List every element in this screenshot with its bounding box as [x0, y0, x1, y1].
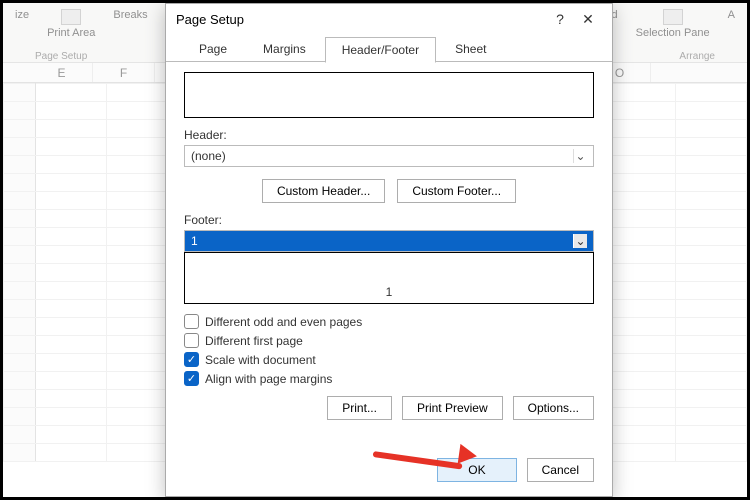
footer-preview: 1 — [184, 252, 594, 304]
ok-button[interactable]: OK — [437, 458, 516, 482]
footer-preview-text: 1 — [386, 285, 393, 299]
cancel-button[interactable]: Cancel — [527, 458, 594, 482]
header-label: Header: — [184, 128, 594, 142]
dialog-title: Page Setup — [176, 12, 546, 27]
tab-header-footer[interactable]: Header/Footer — [325, 37, 436, 63]
tab-body: Header: (none) ⌄ Custom Header... Custom… — [166, 61, 612, 446]
check-different-first-page[interactable]: Different first page — [184, 333, 594, 348]
tab-sheet[interactable]: Sheet — [438, 36, 503, 62]
check-scale-with-document[interactable]: ✓ Scale with document — [184, 352, 594, 367]
check-label: Scale with document — [205, 353, 316, 367]
header-select[interactable]: (none) ⌄ — [184, 145, 594, 167]
check-label: Different odd and even pages — [205, 315, 362, 329]
check-different-odd-even[interactable]: Different odd and even pages — [184, 314, 594, 329]
tab-page[interactable]: Page — [182, 36, 244, 62]
header-preview — [184, 72, 594, 118]
footer-value: 1 — [191, 234, 198, 248]
print-button[interactable]: Print... — [327, 396, 392, 420]
header-value: (none) — [191, 149, 226, 163]
dialog-titlebar[interactable]: Page Setup ? ✕ — [166, 4, 612, 34]
custom-header-button[interactable]: Custom Header... — [262, 179, 385, 203]
chevron-down-icon: ⌄ — [573, 149, 587, 163]
dialog-buttons: OK Cancel — [166, 446, 612, 496]
page-setup-dialog: Page Setup ? ✕ Page Margins Header/Foote… — [165, 3, 613, 497]
check-align-with-margins[interactable]: ✓ Align with page margins — [184, 371, 594, 386]
checkbox-icon — [184, 333, 199, 348]
help-button[interactable]: ? — [546, 11, 574, 27]
checkbox-icon: ✓ — [184, 352, 199, 367]
chevron-down-icon: ⌄ — [573, 234, 587, 248]
dialog-tabs: Page Margins Header/Footer Sheet — [166, 34, 612, 62]
check-label: Align with page margins — [205, 372, 332, 386]
custom-footer-button[interactable]: Custom Footer... — [397, 179, 516, 203]
close-icon: ✕ — [582, 11, 594, 27]
print-preview-button[interactable]: Print Preview — [402, 396, 503, 420]
checkbox-icon: ✓ — [184, 371, 199, 386]
footer-label: Footer: — [184, 213, 594, 227]
checkbox-icon — [184, 314, 199, 329]
close-button[interactable]: ✕ — [574, 11, 602, 28]
options-button[interactable]: Options... — [513, 396, 594, 420]
footer-select[interactable]: 1 ⌄ — [184, 230, 594, 252]
check-label: Different first page — [205, 334, 303, 348]
tab-margins[interactable]: Margins — [246, 36, 323, 62]
